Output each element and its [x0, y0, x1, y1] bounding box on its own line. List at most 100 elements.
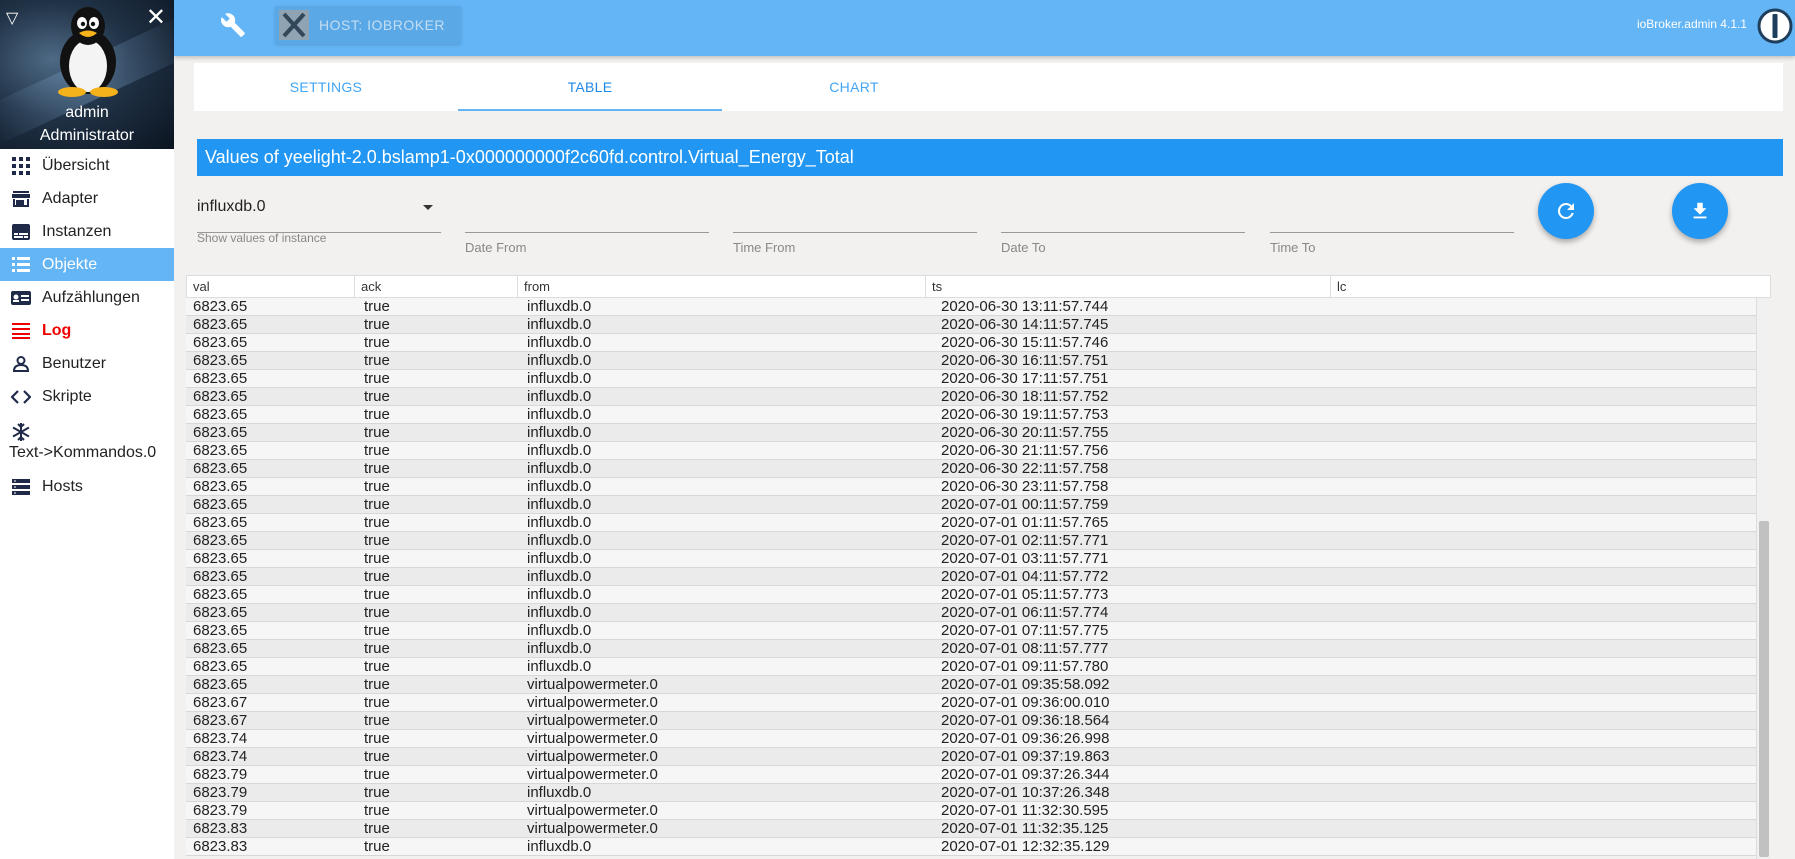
cell-ack: true — [364, 748, 390, 765]
sidebar-item-instanzen[interactable]: Instanzen — [0, 215, 174, 248]
table-row[interactable]: 6823.65 true virtualpowermeter.0 2020-07-01… — [186, 676, 1771, 694]
tab-table[interactable]: TABLE — [458, 63, 722, 111]
column-header-lc[interactable]: lc — [1331, 276, 1770, 297]
cell-ack: true — [364, 532, 390, 549]
host-selector-button[interactable]: HOST: IOBROKER — [275, 6, 461, 44]
sidebar: ▽ ✕ admin Administrator Übersicht Adapte… — [0, 0, 174, 859]
date-to-label: Date To — [1001, 240, 1046, 255]
cell-lc — [1329, 406, 1771, 423]
table-row[interactable]: 6823.65 true influxdb.0 2020-07-01 09:11:57… — [186, 658, 1771, 676]
sidebar-item-log[interactable]: Log — [0, 314, 174, 347]
instance-select[interactable]: influxdb.0 — [197, 194, 441, 233]
sidebar-item-aufzaehlungen[interactable]: Aufzählungen — [0, 281, 174, 314]
cell-val: 6823.79 — [193, 784, 248, 801]
iobroker-logo-icon[interactable] — [1757, 8, 1793, 44]
table-row[interactable]: 6823.65 true influxdb.0 2020-06-30 13:11:57… — [186, 298, 1771, 316]
table-row[interactable]: 6823.65 true influxdb.0 2020-06-30 16:11:57… — [186, 352, 1771, 370]
column-header-val[interactable]: val — [187, 276, 355, 297]
date-from-input[interactable] — [465, 196, 709, 233]
cell-ts: 2020-07-01 09:37:19.863 — [941, 748, 1110, 765]
table-row[interactable]: 6823.74 true virtualpowermeter.0 2020-07-01… — [186, 748, 1771, 766]
cell-ack: true — [364, 442, 390, 459]
cell-lc — [1329, 388, 1771, 405]
sidebar-item-objekte[interactable]: Objekte — [0, 248, 174, 281]
wrench-icon[interactable] — [220, 12, 246, 43]
menu-triangle-icon[interactable]: ▽ — [6, 8, 18, 28]
table-row[interactable]: 6823.65 true influxdb.0 2020-06-30 15:11:57… — [186, 334, 1771, 352]
tab-settings[interactable]: SETTINGS — [194, 63, 458, 111]
table-row[interactable]: 6823.74 true virtualpowermeter.0 2020-07-01… — [186, 730, 1771, 748]
date-from-label: Date From — [465, 240, 527, 255]
table-scrollbar[interactable] — [1756, 298, 1771, 859]
sidebar-item-hosts[interactable]: Hosts — [0, 470, 174, 503]
cell-ack: true — [364, 424, 390, 441]
time-from-input[interactable] — [733, 196, 977, 233]
table-row[interactable]: 6823.65 true influxdb.0 2020-06-30 22:11:57… — [186, 460, 1771, 478]
table-row[interactable]: 6823.65 true influxdb.0 2020-07-01 04:11:57… — [186, 568, 1771, 586]
cell-ack: true — [364, 766, 390, 783]
cell-from: virtualpowermeter.0 — [527, 748, 658, 765]
cell-val: 6823.65 — [193, 532, 248, 549]
column-header-ack[interactable]: ack — [355, 276, 518, 297]
scrollbar-thumb[interactable] — [1759, 521, 1769, 857]
sidebar-item-text-kommandos[interactable]: Text->Kommandos.0 — [0, 413, 174, 470]
table-row[interactable]: 6823.65 true influxdb.0 2020-06-30 14:11:57… — [186, 316, 1771, 334]
table-row[interactable]: 6823.65 true influxdb.0 2020-07-01 05:11:57… — [186, 586, 1771, 604]
table-row[interactable]: 6823.79 true virtualpowermeter.0 2020-07-01… — [186, 802, 1771, 820]
table-row[interactable]: 6823.65 true influxdb.0 2020-06-30 18:11:57… — [186, 388, 1771, 406]
sidebar-item-label: Benutzer — [42, 354, 107, 372]
refresh-icon — [1557, 202, 1574, 219]
refresh-button[interactable] — [1538, 183, 1594, 239]
sidebar-item-uebersicht[interactable]: Übersicht — [0, 149, 174, 182]
table-row[interactable]: 6823.65 true influxdb.0 2020-07-01 08:11:57… — [186, 640, 1771, 658]
cell-from: influxdb.0 — [527, 334, 592, 351]
table-row[interactable]: 6823.65 true influxdb.0 2020-06-30 23:11:57… — [186, 478, 1771, 496]
table-row[interactable]: 6823.67 true virtualpowermeter.0 2020-07-01… — [186, 712, 1771, 730]
cell-lc — [1329, 784, 1771, 801]
cell-ack: true — [364, 622, 390, 639]
table-row[interactable]: 6823.65 true influxdb.0 2020-06-30 17:11:57… — [186, 370, 1771, 388]
user-icon — [11, 354, 31, 374]
cell-lc — [1329, 334, 1771, 351]
table-row[interactable]: 6823.65 true influxdb.0 2020-07-01 02:11:57… — [186, 532, 1771, 550]
cell-lc — [1329, 550, 1771, 567]
cell-ts: 2020-06-30 13:11:57.744 — [941, 298, 1109, 315]
table-row[interactable]: 6823.65 true influxdb.0 2020-06-30 21:11:57… — [186, 442, 1771, 460]
column-header-from[interactable]: from — [518, 276, 926, 297]
table-row[interactable]: 6823.65 true influxdb.0 2020-06-30 19:11:57… — [186, 406, 1771, 424]
download-icon — [1693, 202, 1707, 219]
cell-from: influxdb.0 — [527, 640, 592, 657]
table-row[interactable]: 6823.83 true virtualpowermeter.0 2020-07-01… — [186, 820, 1771, 838]
table-row[interactable]: 6823.65 true influxdb.0 2020-07-01 03:11:57… — [186, 550, 1771, 568]
date-to-input[interactable] — [1001, 196, 1245, 233]
cell-from: influxdb.0 — [527, 622, 592, 639]
tab-chart[interactable]: CHART — [722, 63, 986, 111]
column-header-ts[interactable]: ts — [926, 276, 1331, 297]
download-button[interactable] — [1672, 183, 1728, 239]
table-row[interactable]: 6823.79 true virtualpowermeter.0 2020-07-01… — [186, 766, 1771, 784]
table-row[interactable]: 6823.83 true influxdb.0 2020-07-01 12:32:35… — [186, 838, 1771, 856]
time-to-input[interactable] — [1270, 196, 1514, 233]
table-row[interactable]: 6823.65 true influxdb.0 2020-07-01 01:11:57… — [186, 514, 1771, 532]
close-icon[interactable]: ✕ — [146, 4, 166, 32]
cell-ack: true — [364, 460, 390, 477]
sidebar-item-skripte[interactable]: Skripte — [0, 380, 174, 413]
cell-ts: 2020-07-01 09:36:00.010 — [941, 694, 1110, 711]
history-table: 6823.65 true influxdb.0 2020-06-30 13:11:57… — [186, 298, 1771, 859]
table-row[interactable]: 6823.67 true virtualpowermeter.0 2020-07-01… — [186, 694, 1771, 712]
cell-from: influxdb.0 — [527, 370, 592, 387]
cell-from: influxdb.0 — [527, 658, 592, 675]
cell-val: 6823.67 — [193, 712, 248, 729]
table-row[interactable]: 6823.79 true influxdb.0 2020-07-01 10:37:26… — [186, 784, 1771, 802]
table-row[interactable]: 6823.65 true influxdb.0 2020-07-01 00:11:57… — [186, 496, 1771, 514]
cell-from: influxdb.0 — [527, 514, 592, 531]
table-row[interactable]: 6823.65 true influxdb.0 2020-07-01 07:11:57… — [186, 622, 1771, 640]
table-row[interactable]: 6823.65 true influxdb.0 2020-07-01 06:11:57… — [186, 604, 1771, 622]
cell-lc — [1329, 316, 1771, 333]
cell-val: 6823.65 — [193, 352, 248, 369]
table-row[interactable]: 6823.65 true influxdb.0 2020-06-30 20:11:57… — [186, 424, 1771, 442]
cell-ack: true — [364, 478, 390, 495]
sidebar-item-adapter[interactable]: Adapter — [0, 182, 174, 215]
sidebar-item-benutzer[interactable]: Benutzer — [0, 347, 174, 380]
cell-lc — [1329, 748, 1771, 765]
